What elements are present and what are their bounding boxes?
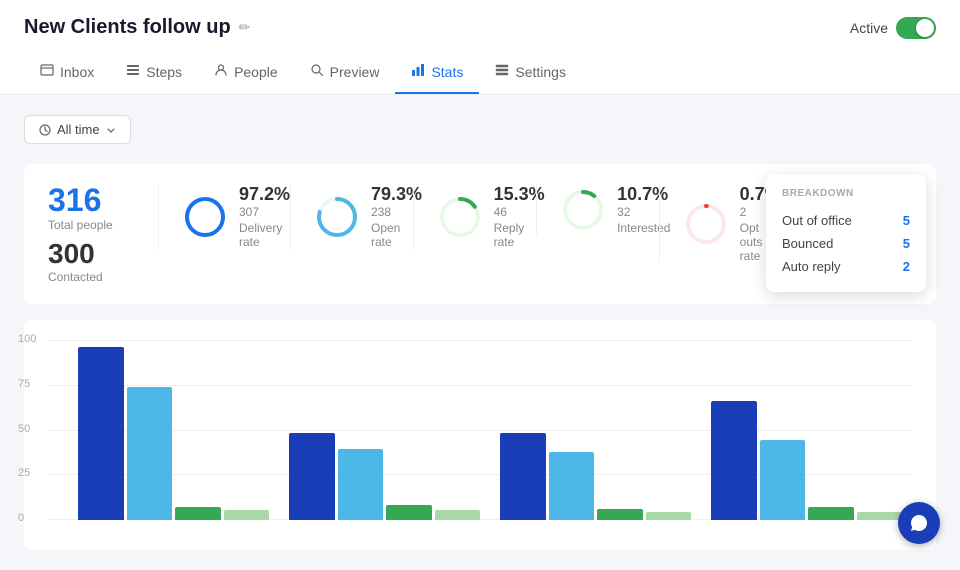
chevron-down-icon [106, 125, 116, 135]
grid-label-0: 0 [18, 512, 24, 524]
contacted-number: 300 [48, 240, 158, 268]
bar-2-dark [289, 433, 335, 520]
breakdown-label-3: Auto reply [782, 259, 841, 274]
interested-circle [561, 188, 605, 232]
breakdown-row-2: Bounced 5 [782, 232, 910, 255]
total-people-block: 316 Total people 300 Contacted [48, 184, 158, 284]
steps-icon [126, 63, 140, 80]
grid-label-50: 50 [18, 423, 30, 435]
bars-container [78, 340, 902, 520]
inbox-icon [40, 63, 54, 80]
bar-2-light [338, 449, 384, 520]
delivery-rate-stat: 97.2% 307 Delivery rate [158, 184, 290, 249]
delivery-rate-count: 307 [239, 205, 290, 219]
reply-rate-stat: 15.3% 46 Reply rate [413, 184, 536, 249]
tab-settings[interactable]: Settings [479, 51, 582, 94]
breakdown-value-2: 5 [903, 236, 910, 251]
breakdown-row-3: Auto reply 2 [782, 255, 910, 278]
bar-3-lgreen [646, 512, 692, 520]
grid-label-25: 25 [18, 467, 30, 479]
breakdown-label-2: Bounced [782, 236, 833, 251]
breakdown-label-1: Out of office [782, 213, 852, 228]
interested-stat: 10.7% 32 Interested [536, 184, 659, 235]
total-label: Total people [48, 218, 158, 232]
grid-label-75: 75 [18, 378, 30, 390]
delivery-rate-pct: 97.2% [239, 184, 290, 205]
bar-4-green [808, 507, 854, 520]
bar-2-green [386, 505, 432, 520]
tab-steps[interactable]: Steps [110, 51, 198, 94]
tab-people[interactable]: People [198, 51, 294, 94]
open-rate-circle [315, 195, 359, 239]
page-title: New Clients follow up [24, 16, 231, 39]
bar-group-3 [500, 433, 691, 520]
bar-1-lgreen [224, 510, 270, 520]
active-badge: Active [850, 17, 936, 39]
breakdown-value-1: 5 [903, 213, 910, 228]
bar-4-lgreen [857, 512, 903, 520]
breakdown-title: BREAKDOWN [782, 188, 910, 199]
stats-row: 316 Total people 300 Contacted 97.2% 307… [24, 164, 936, 304]
bar-4-light [760, 440, 806, 520]
delivery-rate-label: Delivery rate [239, 221, 290, 249]
bar-4-dark [711, 401, 757, 520]
active-label: Active [850, 20, 888, 36]
tab-stats[interactable]: Stats [395, 51, 479, 94]
delivery-rate-circle [183, 195, 227, 239]
bar-group-1 [78, 347, 269, 520]
chat-icon [909, 513, 929, 533]
bar-group-2 [289, 433, 480, 520]
time-filter-button[interactable]: All time [24, 115, 131, 144]
bar-1-green [175, 507, 221, 520]
open-rate-stat: 79.3% 238 Open rate [290, 184, 413, 249]
bar-group-4 [711, 401, 902, 520]
chart-area: 100 75 50 25 0 [24, 320, 936, 550]
nav-tabs: Inbox Steps People Preview Stats [24, 51, 936, 94]
grid-label-100: 100 [18, 333, 36, 345]
total-number: 316 [48, 184, 158, 216]
breakdown-row-1: Out of office 5 [782, 209, 910, 232]
breakdown-value-3: 2 [903, 259, 910, 274]
edit-icon[interactable]: ✏ [239, 19, 251, 36]
bar-3-light [549, 452, 595, 520]
tab-inbox[interactable]: Inbox [24, 51, 110, 94]
filter-bar: All time [24, 115, 936, 144]
bar-1-dark [78, 347, 124, 520]
bar-3-green [597, 509, 643, 520]
bar-2-lgreen [435, 510, 481, 520]
clock-icon [39, 124, 51, 136]
bar-1-light [127, 387, 173, 520]
contacted-label: Contacted [48, 270, 158, 284]
breakdown-popup: BREAKDOWN Out of office 5 Bounced 5 Auto… [766, 174, 926, 292]
preview-icon [310, 63, 324, 80]
opt-outs-circle [684, 202, 728, 246]
title-area: New Clients follow up ✏ [24, 16, 250, 39]
active-toggle[interactable] [896, 17, 936, 39]
stats-icon [411, 63, 425, 80]
tab-preview[interactable]: Preview [294, 51, 396, 94]
chart-grid: 100 75 50 25 0 [48, 340, 912, 520]
reply-rate-circle [438, 195, 482, 239]
people-icon [214, 63, 228, 80]
chat-button[interactable] [898, 502, 940, 544]
settings-icon [495, 63, 509, 80]
bar-3-dark [500, 433, 546, 520]
